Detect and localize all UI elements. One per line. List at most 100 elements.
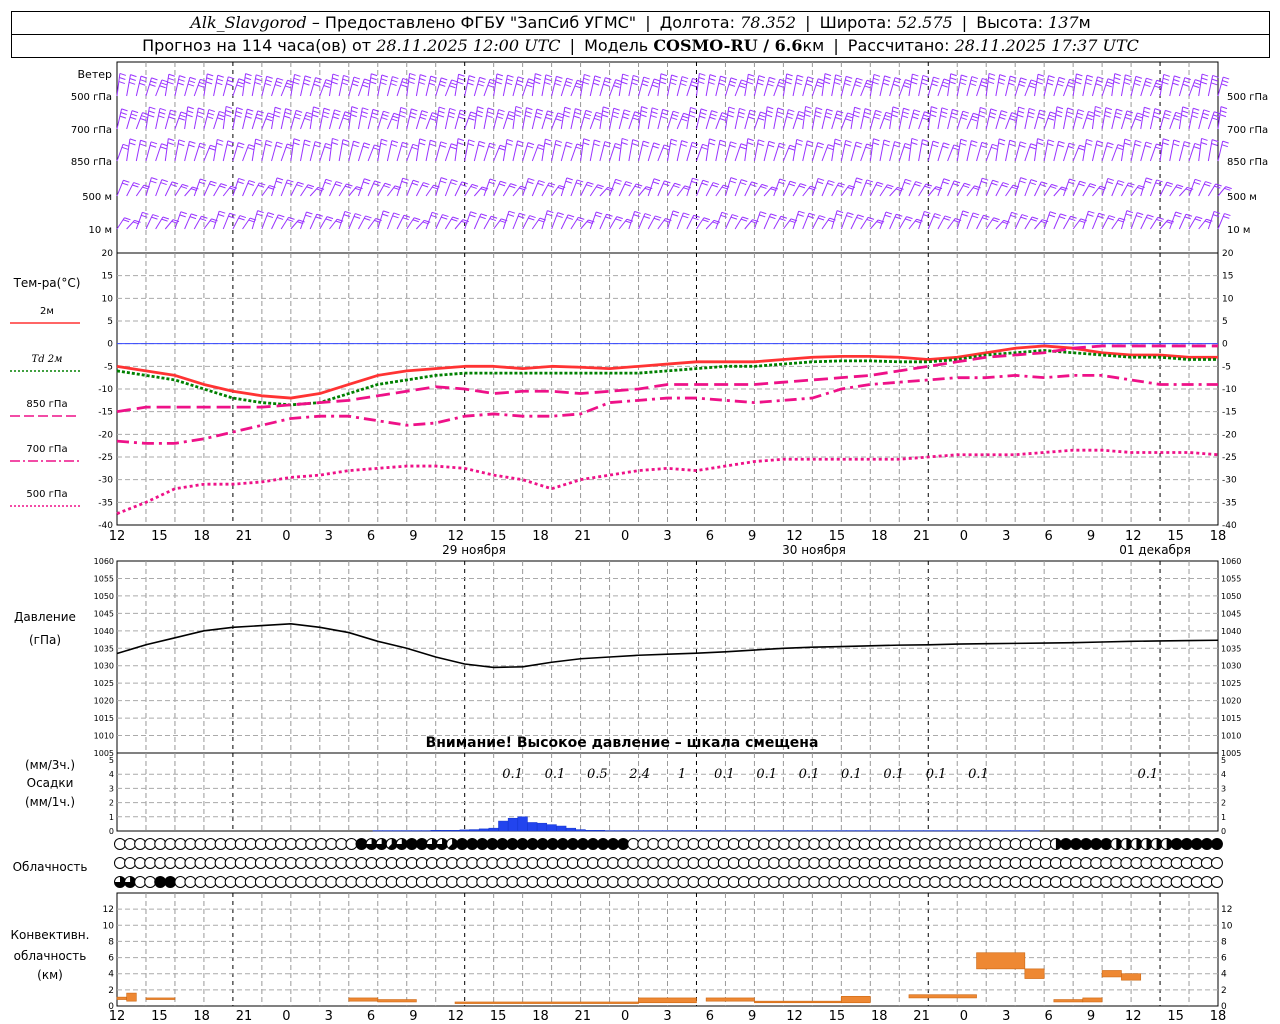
- wind-barb-feather: [402, 77, 409, 81]
- wind-barb: [898, 79, 906, 97]
- wind-barb-feather: [1029, 107, 1036, 111]
- wind-barb: [1111, 73, 1116, 97]
- wind-barb-feather: [276, 216, 284, 220]
- wind-barb-feather: [1174, 214, 1181, 218]
- cloud-symbol: [395, 857, 408, 869]
- cloud-symbol: [456, 876, 469, 888]
- cloud-symbol: [204, 876, 217, 888]
- wind-barb-feather: [510, 183, 517, 187]
- wind-barb-feather: [1086, 117, 1093, 121]
- wind-barb: [473, 77, 481, 97]
- wind-barb-feather: [342, 142, 349, 146]
- wind-barb: [1034, 138, 1039, 162]
- cloud-symbol: [637, 838, 650, 850]
- wind-barb-feather: [1203, 109, 1210, 113]
- wind-barb-feather: [739, 182, 747, 186]
- wind-barb-feather: [593, 79, 601, 82]
- wind-barb: [357, 107, 363, 130]
- cloud-symbol: [979, 857, 992, 869]
- wind-barb-feather: [1057, 83, 1064, 87]
- wind-barb: [618, 73, 624, 97]
- wind-barb: [551, 140, 557, 162]
- cloud-symbol: [415, 857, 428, 869]
- wind-barb: [985, 180, 994, 197]
- wind-barb-feather: [248, 219, 255, 223]
- cloud-symbol-fill: [1060, 838, 1072, 850]
- wind-barb-feather: [601, 114, 609, 118]
- wind-barb: [618, 138, 623, 162]
- wind-barb-feather: [470, 185, 477, 189]
- cloud-symbol: [768, 876, 781, 888]
- cloud-symbol: [1039, 838, 1052, 850]
- hour-label: 12: [1125, 529, 1142, 544]
- wind-barb-feather: [922, 74, 930, 78]
- wind-barb: [927, 76, 934, 97]
- cloud-symbol: [174, 876, 187, 888]
- wind-barb: [976, 78, 983, 97]
- cloud-symbol: [727, 838, 740, 850]
- cloud-symbol: [355, 876, 368, 888]
- wind-barb-feather: [583, 77, 590, 81]
- cloud-symbol-fill: [547, 838, 559, 850]
- wind-barb-feather: [468, 78, 475, 82]
- cloud-symbol: [1130, 857, 1143, 869]
- wind-barb-feather: [1108, 215, 1116, 219]
- wind-barb-feather: [178, 139, 186, 143]
- wind-barb-feather: [738, 111, 745, 115]
- wind-barb: [956, 111, 964, 130]
- wind-barb: [927, 140, 934, 162]
- wind-barb-feather: [982, 177, 989, 181]
- wind-barb-feather: [631, 142, 639, 146]
- wind-barb-feather: [325, 79, 333, 83]
- wind-barb: [802, 140, 808, 162]
- wind-barb-feather: [1049, 111, 1057, 115]
- wind-barb-feather: [805, 83, 813, 87]
- wind-barb-feather: [1221, 144, 1229, 148]
- wind-barb-feather: [544, 142, 551, 146]
- wind-barb: [425, 75, 432, 97]
- wind-barb: [609, 108, 615, 130]
- wind-barb-feather: [303, 82, 310, 86]
- wind-barb-feather: [514, 114, 521, 118]
- hour-label-bottom: 18: [871, 1009, 888, 1024]
- precip-ytick-left: 0: [109, 827, 114, 836]
- precip-bar: [527, 822, 538, 832]
- pressure-ytick-left: 1010: [94, 732, 114, 741]
- wind-barb-feather: [788, 183, 795, 187]
- wind-barb-feather: [440, 177, 448, 181]
- wind-barb-feather: [487, 84, 495, 88]
- wind-barb: [1043, 139, 1049, 162]
- wind-barb-feather: [595, 114, 602, 118]
- wind-barb-feather: [186, 114, 193, 118]
- wind-barb: [541, 138, 546, 162]
- wind-barb-feather: [353, 140, 360, 144]
- cloud-symbol: [1210, 857, 1223, 869]
- wind-barb-feather: [1001, 110, 1008, 114]
- wind-barb-feather: [547, 110, 554, 114]
- wind-barb-feather: [1095, 105, 1102, 109]
- cloud-row: [114, 857, 1223, 869]
- wind-barb: [1111, 180, 1119, 197]
- wind-barb: [976, 142, 983, 162]
- wind-barb-feather: [362, 145, 370, 149]
- wind-barb-feather: [119, 72, 127, 76]
- wind-barb-feather: [683, 212, 690, 216]
- cloud-symbol: [597, 876, 610, 888]
- cloud-symbol: [285, 876, 298, 888]
- cloud-symbol-fill: [476, 838, 488, 850]
- wind-barb-feather: [758, 139, 765, 143]
- wind-barb-feather: [933, 215, 940, 219]
- wind-barb-feather: [517, 76, 525, 80]
- cloud-symbol-fill: [577, 838, 589, 850]
- wind-barb: [1072, 109, 1079, 130]
- wind-barb: [638, 213, 646, 230]
- wind-barb: [386, 76, 393, 97]
- wind-barb-feather: [970, 79, 978, 83]
- wind-barb: [782, 73, 788, 97]
- precip-total: 0.1: [714, 767, 735, 782]
- wind-barb: [473, 106, 478, 130]
- wind-barb-feather: [828, 144, 835, 148]
- cloud-symbol: [516, 857, 529, 869]
- wind-barb-feather: [526, 84, 533, 88]
- wind-barb: [251, 110, 259, 130]
